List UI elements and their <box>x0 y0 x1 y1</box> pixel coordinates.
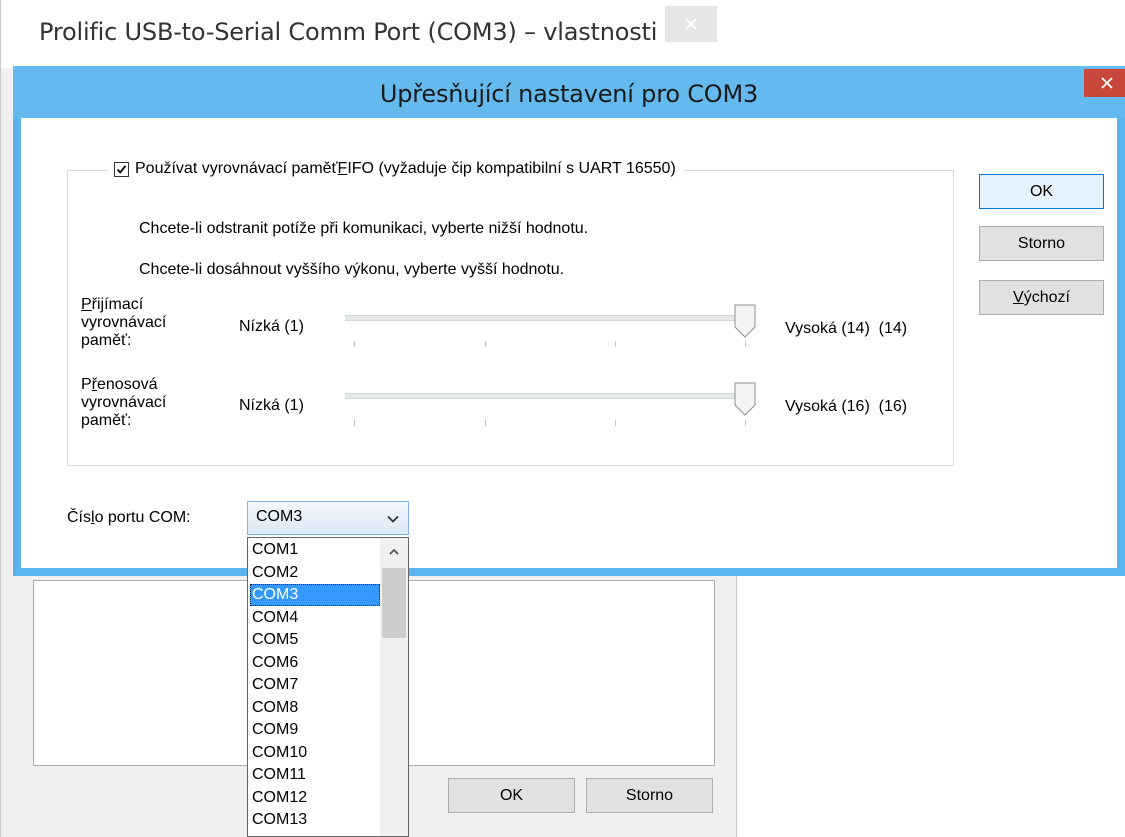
properties-ok-button[interactable]: OK <box>448 778 575 813</box>
close-icon <box>685 18 697 30</box>
transmit-buffer-label: Přenosová vyrovnávací paměť: <box>81 376 166 430</box>
receive-slider-tick <box>354 341 355 347</box>
properties-close-button[interactable] <box>665 6 717 42</box>
com-port-selected-value: COM3 <box>256 508 303 525</box>
fifo-checkbox[interactable] <box>114 161 129 177</box>
dialog-default-button[interactable]: Výchozí <box>979 280 1104 315</box>
com-port-option[interactable]: COM1 <box>250 539 380 561</box>
transmit-min-label: Nízká (1) <box>239 397 304 414</box>
fifo-label-pre: Používat vyrovnávací paměť <box>135 160 338 177</box>
receive-max-text: Vysoká (14) <box>785 320 870 337</box>
fifo-label-hotkey: F <box>337 160 348 177</box>
receive-min-label: Nízká (1) <box>239 318 304 335</box>
receive-slider-tick <box>485 341 486 347</box>
transmit-max-label: Vysoká (16) (16) <box>785 398 907 416</box>
com-port-option[interactable]: COM2 <box>250 562 380 584</box>
dialog-ok-button[interactable]: OK <box>979 174 1104 209</box>
transmit-slider-tick <box>354 420 355 426</box>
transmit-value-readout: (16) <box>878 398 908 415</box>
default-label-rest: ýchozí <box>1023 288 1070 306</box>
receive-buffer-label: Přijímací vyrovnávací paměť: <box>81 296 166 350</box>
port-label: Číslo portu COM: <box>67 509 191 527</box>
receive-label-line2: vyrovnávací <box>81 314 167 331</box>
fifo-checkbox-row[interactable]: Používat vyrovnávací paměť F IFO (vyžaduj… <box>108 160 684 178</box>
transmit-slider-tick <box>745 420 746 426</box>
properties-title: Prolific USB-to-Serial Comm Port (COM3) … <box>39 18 658 46</box>
receive-label-line1: řijímací <box>91 296 144 313</box>
hint-higher-value: Chcete-li dosáhnout vyššího výkonu, vybe… <box>139 261 565 278</box>
properties-cancel-button[interactable]: Storno <box>586 778 713 813</box>
port-label-post: o portu COM: <box>94 509 191 526</box>
com-port-option[interactable]: COM11 <box>250 764 380 786</box>
transmit-label-line3: paměť: <box>81 412 132 429</box>
dialog-close-button[interactable] <box>1084 69 1125 97</box>
port-label-pre: Čís <box>67 509 91 526</box>
scroll-up-button[interactable] <box>380 538 408 566</box>
properties-titlebar: Prolific USB-to-Serial Comm Port (COM3) … <box>1 0 738 68</box>
receive-label-hotkey: P <box>81 296 92 313</box>
default-label-hotkey: V <box>1013 288 1024 306</box>
com-port-option[interactable]: COM8 <box>250 697 380 719</box>
com-port-option[interactable]: COM6 <box>250 652 380 674</box>
receive-value-readout: (14) <box>878 320 908 337</box>
com-port-option[interactable]: COM12 <box>250 787 380 809</box>
transmit-slider-track[interactable] <box>345 393 741 399</box>
chevron-up-icon <box>389 548 399 555</box>
dialog-cancel-button[interactable]: Storno <box>979 226 1104 261</box>
close-icon <box>1101 77 1113 89</box>
checkmark-icon <box>116 164 127 174</box>
com-port-option[interactable]: COM7 <box>250 674 380 696</box>
receive-slider-tick <box>615 341 616 347</box>
receive-label-line3: paměť: <box>81 332 132 349</box>
transmit-label-line1: enosová <box>97 376 158 393</box>
receive-slider-tick <box>745 341 746 347</box>
dialog-title: Upřesňující nastavení pro COM3 <box>379 80 759 108</box>
com-port-dropdown-list[interactable]: COM1 COM2 COM3 COM4 COM5 COM6 COM7 COM8 COM9 COM1… <box>247 537 409 837</box>
transmit-slider-thumb[interactable] <box>734 382 756 416</box>
com-port-option[interactable]: COM5 <box>250 629 380 651</box>
com-port-option[interactable]: COM9 <box>250 719 380 741</box>
scrollbar-thumb[interactable] <box>382 568 406 638</box>
com-port-option[interactable]: COM3 <box>250 584 380 606</box>
transmit-slider-tick <box>485 420 486 426</box>
transmit-max-text: Vysoká (16) <box>785 398 870 415</box>
receive-slider-track[interactable] <box>345 315 741 321</box>
receive-max-label: Vysoká (14) (14) <box>785 320 907 338</box>
hint-lower-value: Chcete-li odstranit potíže při komunikac… <box>139 220 589 237</box>
receive-slider-thumb[interactable] <box>734 304 756 338</box>
chevron-down-icon <box>387 515 399 523</box>
com-port-option[interactable]: COM10 <box>250 742 380 764</box>
com-port-option[interactable]: COM4 <box>250 607 380 629</box>
com-port-option[interactable]: COM14 <box>250 832 380 837</box>
transmit-slider-tick <box>615 420 616 426</box>
dropdown-scrollbar[interactable] <box>380 538 408 836</box>
dialog-titlebar: Upřesňující nastavení pro COM3 <box>13 66 1125 118</box>
transmit-label-line2: vyrovnávací <box>81 394 167 411</box>
com-port-option[interactable]: COM13 <box>250 809 380 831</box>
fifo-label-post: IFO (vyžaduje čip kompatibilní s UART 16… <box>347 160 676 177</box>
com-port-combobox[interactable]: COM3 <box>247 501 409 535</box>
transmit-label-pre: P <box>81 376 92 393</box>
